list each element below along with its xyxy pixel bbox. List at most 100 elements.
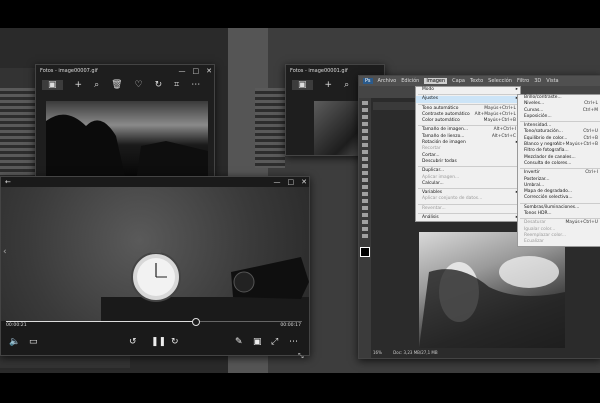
menu-archivo[interactable]: Archivo [378,78,397,84]
pause-icon[interactable]: ❚❚ [151,337,166,347]
seek-bar[interactable] [6,318,302,326]
photos-window-image00006[interactable]: ← — □ ✕ ‹ 00:00:21 00:00:17 🔈 ▭ ↺ ❚❚ ↻ ✎ ▣… [0,176,310,356]
maximize-icon[interactable]: □ [193,65,200,77]
resize-handle-icon[interactable]: ⤡ [298,352,304,361]
stamp-tool-icon[interactable] [362,157,368,161]
window-titlebar[interactable]: Fotos - image00007.gif — □ ✕ [36,65,214,77]
adjustments-submenu: Brillo/contraste... Niveles... Ctrl+L Curva… [517,94,600,247]
zoom-tool-icon[interactable] [362,234,368,238]
adjustments-menu-item[interactable]: Consulta de colores... [518,161,600,167]
previous-arrow-icon[interactable]: ‹ [3,247,7,257]
menu-separator [418,203,518,205]
path-select-tool-icon[interactable] [362,213,368,217]
brush-tool-icon[interactable] [362,150,368,154]
image-menu-item[interactable]: Color automático Mayús+Ctrl+B [416,118,520,124]
zoom-icon[interactable]: ⌕ [94,80,99,90]
back-icon[interactable]: ← [5,178,11,186]
menu-item-label: Variables [422,190,443,196]
gallery-icon[interactable]: ▣ [292,80,313,90]
menu-separator [418,103,518,105]
image-menu-item[interactable]: Análisis▸ [416,215,520,221]
menu-item-label: Modo [422,87,434,92]
volume-icon[interactable]: 🔈 [9,337,20,347]
close-icon[interactable]: ✕ [301,177,307,187]
minimize-icon[interactable]: — [179,65,186,77]
eyedropper-tool-icon[interactable] [362,136,368,140]
adjustments-menu-item[interactable]: Exposición... [518,114,600,120]
menu-texto[interactable]: Texto [470,78,483,84]
color-swatches[interactable] [360,247,370,257]
add-icon[interactable]: + [75,80,83,90]
quick-select-tool-icon[interactable] [362,122,368,126]
window-titlebar[interactable]: ← — □ ✕ [1,177,309,187]
hand-tool-icon[interactable] [362,227,368,231]
photoshop-window[interactable]: Ps Archivo Edición Imagen Capa Texto Sel… [358,75,600,359]
letterbox-bottom [0,373,600,403]
edit-icon[interactable]: ✎ [235,337,243,347]
move-tool-icon[interactable] [362,101,368,105]
rewind-icon[interactable]: ↺ [129,337,137,347]
eraser-tool-icon[interactable] [362,171,368,175]
menu-3d[interactable]: 3D [534,78,541,84]
menu-separator [418,188,518,190]
image-menu-item: Reventar... [416,206,520,212]
menu-capa[interactable]: Capa [452,78,465,84]
adjustments-menu-item: Ecualizar [518,239,600,245]
blur-tool-icon[interactable] [362,185,368,189]
marquee-tool-icon[interactable] [362,108,368,112]
close-icon[interactable]: ✕ [206,65,212,77]
menu-item-label: Sombras/iluminaciones... [524,204,580,210]
delete-icon[interactable]: 🗑 [111,80,122,90]
minimize-icon[interactable]: — [274,177,281,187]
adjustments-menu-item[interactable]: Corrección selectiva... [518,195,600,201]
menu-filtro[interactable]: Filtro [517,78,529,84]
heart-icon[interactable]: ♡ [135,80,143,90]
menu-item-label: Tamaño de lienzo... [422,133,465,139]
menu-item-label: Duplicar... [422,168,445,174]
menu-item-label: Ecualizar [524,239,544,245]
menu-item-label: Desaturar [524,220,546,226]
rotate-icon[interactable]: ↻ [155,80,163,90]
menu-imagen[interactable]: Imagen [424,78,448,84]
type-tool-icon[interactable] [362,206,368,210]
menu-item-label: Aplicar conjunto de datos... [422,196,483,202]
menu-item-label: Brillo/contraste... [524,95,562,100]
menu-separator [418,213,518,215]
maximize-icon[interactable]: □ [288,177,295,187]
shape-tool-icon[interactable] [362,220,368,224]
image-menu-item[interactable]: Calcular... [416,181,520,187]
pen-tool-icon[interactable] [362,199,368,203]
more-icon[interactable]: ⋯ [191,80,200,90]
history-brush-tool-icon[interactable] [362,164,368,168]
menu-item-label: Contraste automático [422,111,470,117]
subtitles-icon[interactable]: ▭ [29,337,38,347]
background-shutter-right [255,88,285,168]
gradient-tool-icon[interactable] [362,178,368,182]
slideshow-icon[interactable]: ▣ [253,337,262,347]
menu-edicion[interactable]: Edición [401,78,419,84]
crop-icon[interactable]: ⌗ [174,80,179,90]
zoom-icon[interactable]: ⌕ [344,80,349,90]
image-menu-item[interactable]: Ajustes▸ [416,96,520,103]
menu-seleccion[interactable]: Selección [488,78,512,84]
image-menu-item[interactable]: Modo ▸ [416,87,520,93]
image-menu-item[interactable]: Descubrir todas [416,159,520,165]
add-icon[interactable]: + [325,80,333,90]
dodge-tool-icon[interactable] [362,192,368,196]
adjustments-menu-item[interactable]: Tonos HDR... [518,211,600,217]
photos-window-image00007[interactable]: Fotos - image00007.gif — □ ✕ ▣ + ⌕ 🗑 ♡ ↻ ⌗… [35,64,215,182]
submenu-arrow-icon: ▸ [515,87,518,92]
menu-item-label: Intensidad... [524,123,552,129]
more-icon[interactable]: ⋯ [289,337,298,347]
tools-panel [359,98,371,358]
crop-tool-icon[interactable] [362,129,368,133]
menu-vista[interactable]: Vista [546,78,558,84]
fullscreen-icon[interactable]: ⤢ [271,337,278,347]
window-title: Fotos - image00007.gif [40,68,98,74]
forward-icon[interactable]: ↻ [171,337,179,347]
gallery-icon[interactable]: ▣ [42,80,63,90]
menu-item-label: Cortar... [422,152,440,158]
menu-item-label: Reventar... [422,205,446,211]
lasso-tool-icon[interactable] [362,115,368,119]
healing-tool-icon[interactable] [362,143,368,147]
